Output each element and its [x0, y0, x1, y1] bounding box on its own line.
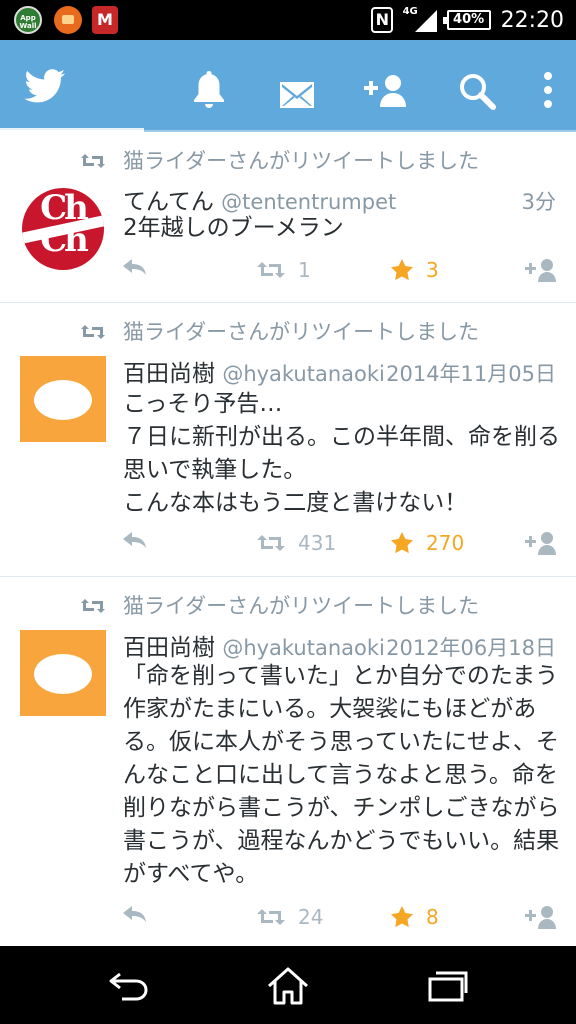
favorite-button[interactable]: 270 — [390, 531, 464, 555]
tweet-time: 2012年06月18日 — [386, 636, 556, 660]
clock: 22:20 — [500, 7, 564, 33]
author-handle[interactable]: @hyakutanaoki — [222, 636, 385, 660]
favorite-count: 8 — [426, 905, 439, 929]
tweet-time: 2014年11月05日 — [386, 362, 556, 386]
navigation-bar — [0, 946, 576, 1024]
star-icon — [391, 532, 413, 554]
retweet-icon — [257, 262, 285, 278]
retweet-button[interactable]: 1 — [256, 258, 311, 282]
star-icon — [391, 259, 413, 281]
back-icon[interactable] — [108, 970, 150, 1002]
signal-icon: 4G — [403, 6, 437, 34]
favorite-count: 3 — [426, 258, 439, 282]
retweet-icon — [257, 535, 285, 551]
author-handle[interactable]: @tententrumpet — [221, 190, 396, 214]
battery-icon: 40% — [442, 10, 491, 30]
tweet-text: 2年越しのブーメラン — [123, 215, 344, 241]
retweet-small-icon — [81, 154, 105, 168]
reply-icon — [123, 259, 146, 275]
tweet[interactable]: 猫ライダーさんがリツイートしました Ch Ch てんてん @tententrump… — [0, 132, 576, 303]
more-icon[interactable] — [542, 67, 554, 113]
star-icon — [391, 906, 413, 928]
tweet[interactable]: 猫ライダーさんがリツイートしました 百田尚樹 @hyakutanaoki 201… — [0, 303, 576, 577]
egg-icon — [34, 654, 92, 694]
tweet-text: 「命を削って書いた」とか自分でのたまう作家がたまにいる。大袈裟にもほどがある。仮… — [123, 663, 560, 887]
reply-button[interactable] — [122, 531, 148, 549]
author-handle[interactable]: @hyakutanaoki — [222, 362, 385, 386]
favorite-button[interactable]: 3 — [390, 258, 439, 282]
retweet-count: 431 — [298, 531, 337, 555]
retweet-small-icon — [81, 325, 105, 339]
follow-author-button[interactable] — [524, 905, 558, 929]
favorite-button[interactable]: 8 — [390, 905, 439, 929]
follow-author-button[interactable] — [524, 531, 558, 555]
avatar[interactable] — [20, 630, 106, 716]
home-icon[interactable] — [266, 966, 310, 1006]
favorite-count: 270 — [426, 531, 465, 555]
reply-icon — [123, 532, 146, 548]
reply-button[interactable] — [122, 905, 148, 923]
recents-icon[interactable] — [428, 970, 468, 1002]
nfc-icon — [370, 7, 393, 33]
retweeted-by-label: 猫ライダーさんがリツイートしました — [123, 320, 480, 344]
retweet-count: 1 — [298, 258, 311, 282]
follow-icon[interactable] — [358, 68, 408, 114]
tweet[interactable]: 猫ライダーさんがリツイートしました 百田尚樹 @hyakutanaoki 201… — [0, 577, 576, 946]
follow-small-icon — [525, 259, 556, 282]
search-icon[interactable] — [458, 68, 496, 114]
notifications-icon[interactable] — [192, 66, 226, 112]
reply-button[interactable] — [122, 258, 148, 276]
egg-icon — [34, 380, 92, 420]
status-bar: App Wall M 4G 40% 22:20 — [0, 0, 576, 40]
retweet-button[interactable]: 24 — [256, 905, 323, 929]
battery-level: 40% — [453, 12, 485, 27]
timeline[interactable]: 猫ライダーさんがリツイートしました Ch Ch てんてん @tententrump… — [0, 132, 576, 946]
mcafee-icon: M — [92, 6, 118, 34]
follow-author-button[interactable] — [524, 258, 558, 282]
retweet-count: 24 — [298, 905, 324, 929]
author-name[interactable]: 百田尚樹 — [123, 635, 215, 661]
app-bar — [0, 40, 576, 130]
retweet-small-icon — [81, 599, 105, 613]
avatar[interactable] — [20, 356, 106, 442]
follow-small-icon — [525, 906, 556, 929]
messages-icon[interactable] — [279, 72, 315, 118]
follow-small-icon — [525, 532, 556, 555]
folder-icon — [54, 6, 82, 34]
retweeted-by-label: 猫ライダーさんがリツイートしました — [123, 149, 480, 173]
tweet-text: こっそり予告… ７日に新刊が出る。この半年間、命を削る思いで執筆した。 こんな本… — [123, 391, 560, 516]
author-name[interactable]: 百田尚樹 — [123, 361, 215, 387]
retweet-button[interactable]: 431 — [256, 531, 336, 555]
app-wall-icon: App Wall — [14, 6, 42, 34]
retweeted-by-label: 猫ライダーさんがリツイートしました — [123, 594, 480, 618]
twitter-bird-icon[interactable] — [24, 64, 66, 110]
retweet-icon — [257, 909, 285, 925]
reply-icon — [123, 906, 146, 922]
